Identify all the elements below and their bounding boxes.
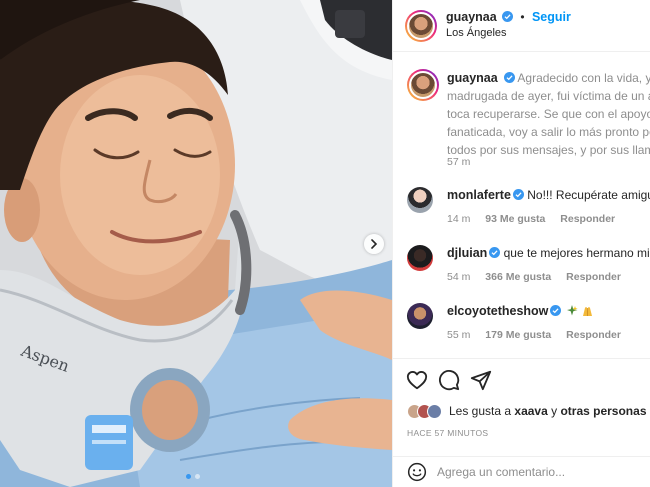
likes-others-link[interactable]: otras personas xyxy=(560,404,646,418)
reply-button[interactable]: Responder xyxy=(566,271,621,283)
author-username[interactable]: guaynaa xyxy=(446,10,497,24)
caption-line-2: madrugada de ayer, fui víctima de un acc xyxy=(447,89,650,103)
caption-line-5: todos por sus mensajes, y por sus llamad xyxy=(447,143,650,157)
verified-badge-icon xyxy=(503,72,515,83)
verified-badge-icon xyxy=(489,247,501,258)
caption-age[interactable]: 57 m xyxy=(447,156,470,168)
carousel-dot-1 xyxy=(186,474,191,479)
author-avatar[interactable] xyxy=(405,10,437,42)
comment-avatar[interactable] xyxy=(407,245,433,271)
verified-badge-icon xyxy=(502,11,514,22)
post-timestamp[interactable]: HACE 57 MINUTOS xyxy=(407,428,488,438)
comment-likes[interactable]: 93 Me gusta xyxy=(485,213,545,225)
liker-avatar xyxy=(427,403,442,419)
comment-username[interactable]: djluian xyxy=(447,246,487,260)
comment-text: que te mejores hermano mio xyxy=(503,246,650,260)
caption-username[interactable]: guaynaa xyxy=(447,71,498,85)
comment-avatar[interactable] xyxy=(407,187,433,213)
comment-age[interactable]: 54 m xyxy=(447,271,470,283)
post-actions: Les gusta a xaava y otras personas HACE … xyxy=(393,358,650,456)
verified-badge-icon xyxy=(512,189,524,200)
reply-button[interactable]: Responder xyxy=(566,329,621,341)
post-header: guaynaa • Seguir Los Ángeles xyxy=(393,0,650,52)
follow-button[interactable]: Seguir xyxy=(532,10,571,24)
smiley-icon[interactable] xyxy=(407,462,427,482)
header-separator: • xyxy=(520,10,525,24)
post-photo[interactable]: Aspen xyxy=(0,0,392,487)
reply-button[interactable]: Responder xyxy=(560,213,615,225)
caption-line-3: toca recuperarse. Se que con el apoyo de xyxy=(447,107,650,121)
likes-summary[interactable]: Les gusta a xaava y otras personas xyxy=(407,402,647,420)
add-comment-bar xyxy=(393,456,650,487)
comment-age[interactable]: 14 m xyxy=(447,213,470,225)
likes-prefix: Les gusta a xyxy=(449,404,512,418)
sparkle-hands-icons xyxy=(566,305,592,316)
likes-connector: y xyxy=(551,404,558,418)
comment-avatar[interactable] xyxy=(407,303,433,329)
chevron-right-icon xyxy=(371,239,378,249)
post-panel: guaynaa • Seguir Los Ángeles guaynaa Agr… xyxy=(392,0,650,487)
comment-username[interactable]: monlaferte xyxy=(447,188,511,202)
comment-input[interactable] xyxy=(437,462,637,482)
caption-line-1: Agradecido con la vida, y con xyxy=(517,71,650,85)
post-image: Aspen xyxy=(0,0,392,487)
post-location[interactable]: Los Ángeles xyxy=(446,27,507,39)
caption-line-4: fanaticada, voy a salir lo más pronto po… xyxy=(447,125,650,139)
carousel-dot-2 xyxy=(195,474,200,479)
verified-badge-icon xyxy=(550,305,562,316)
comment-username[interactable]: elcoyotetheshow xyxy=(447,304,548,318)
heart-icon[interactable] xyxy=(406,369,428,391)
carousel-dots xyxy=(186,474,200,479)
caption-text: guaynaa Agradecido con la vida, y con ma… xyxy=(447,69,650,159)
carousel-next-button[interactable] xyxy=(364,234,384,254)
comment-age[interactable]: 55 m xyxy=(447,329,470,341)
share-icon[interactable] xyxy=(470,369,492,391)
caption-avatar[interactable] xyxy=(407,69,439,101)
likes-user-link[interactable]: xaava xyxy=(514,404,547,418)
likes-text: Les gusta a xaava y otras personas xyxy=(449,404,647,418)
comment-text: No!!! Recupérate amiguito xyxy=(527,188,650,202)
comment-likes[interactable]: 366 Me gusta xyxy=(485,271,551,283)
comment-icon[interactable] xyxy=(438,369,460,391)
comment-likes[interactable]: 179 Me gusta xyxy=(485,329,551,341)
